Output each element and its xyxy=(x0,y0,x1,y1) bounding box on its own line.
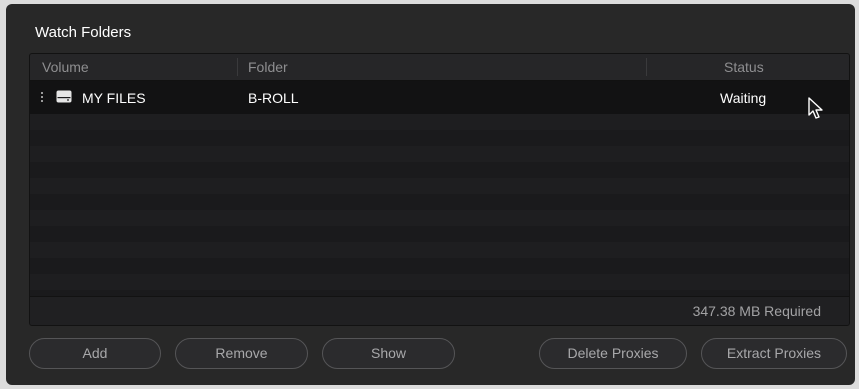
remove-button[interactable]: Remove xyxy=(175,338,308,369)
column-header-folder[interactable]: Folder xyxy=(248,59,288,75)
row-folder: B-ROLL xyxy=(248,90,299,106)
mouse-pointer-icon xyxy=(808,97,824,125)
drive-icon xyxy=(56,90,72,108)
row-status: Waiting xyxy=(720,90,767,106)
row-volume: MY FILES xyxy=(82,90,146,106)
extract-proxies-button[interactable]: Extract Proxies xyxy=(701,338,847,369)
panel-title: Watch Folders xyxy=(35,24,132,41)
table-header: Volume Folder Status xyxy=(30,54,849,81)
watch-folders-table: Volume Folder Status MY FILES B-ROLL Wai… xyxy=(29,53,850,326)
column-divider[interactable] xyxy=(237,58,238,76)
table-empty-area xyxy=(30,114,849,296)
table-footer: 347.38 MB Required xyxy=(30,296,849,325)
delete-proxies-button[interactable]: Delete Proxies xyxy=(539,338,687,369)
column-divider[interactable] xyxy=(646,58,647,76)
column-header-status[interactable]: Status xyxy=(724,59,764,75)
column-header-volume[interactable]: Volume xyxy=(42,59,89,75)
drag-handle-icon[interactable] xyxy=(41,92,45,104)
space-required-label: 347.38 MB Required xyxy=(692,303,821,319)
add-button[interactable]: Add xyxy=(29,338,161,369)
table-row[interactable]: MY FILES B-ROLL Waiting xyxy=(30,81,849,114)
show-button[interactable]: Show xyxy=(322,338,455,369)
